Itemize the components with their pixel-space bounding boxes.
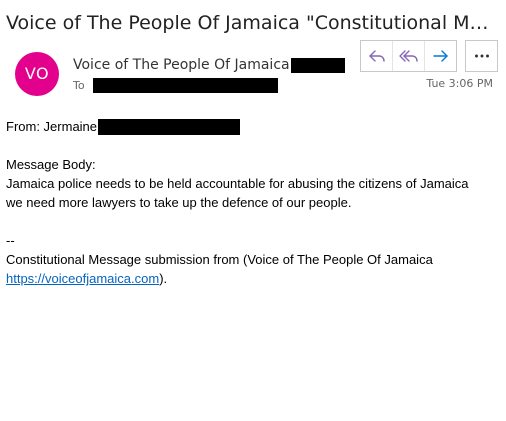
message-body-label: Message Body: — [6, 157, 96, 172]
website-link[interactable]: https://voiceofjamaica.com — [6, 269, 159, 288]
reply-actions-group — [360, 40, 457, 72]
from-label: From: Jermaine — [6, 119, 98, 134]
redacted-recipient — [93, 77, 278, 93]
message-actions — [360, 40, 498, 72]
reply-button[interactable] — [361, 41, 392, 71]
sender-avatar[interactable]: VO — [15, 52, 59, 96]
message-line: Jamaica police needs to be held accounta… — [6, 176, 469, 191]
redacted-from-name — [98, 118, 241, 135]
footer-line: Constitutional Message submission from (… — [6, 252, 433, 267]
sender-name[interactable]: Voice of The People Of Jamaica — [73, 55, 290, 75]
forward-button[interactable] — [424, 41, 456, 71]
recipient-row: To — [73, 76, 278, 94]
message-body: From: Jermaine Message Body: Jamaica pol… — [6, 117, 500, 288]
message-line: we need more lawyers to take up the defe… — [6, 195, 352, 210]
reply-all-icon — [398, 50, 418, 62]
from-line: From: Jermaine — [6, 117, 500, 136]
to-label: To — [73, 78, 85, 92]
email-subject: Voice of The People Of Jamaica "Constitu… — [6, 12, 500, 34]
sender-row: Voice of The People Of Jamaica — [73, 55, 345, 75]
footer-end: ). — [159, 271, 168, 286]
received-time: Tue 3:06 PM — [426, 77, 493, 90]
forward-icon — [432, 50, 448, 62]
reply-icon — [368, 50, 385, 62]
reply-all-button[interactable] — [392, 41, 424, 71]
signature-separator: -- — [6, 233, 15, 248]
redacted-sender-address — [290, 57, 345, 73]
more-icon — [474, 54, 489, 58]
more-actions-button[interactable] — [465, 40, 498, 72]
footer-link-line: https://voiceofjamaica.com ). — [6, 269, 500, 288]
